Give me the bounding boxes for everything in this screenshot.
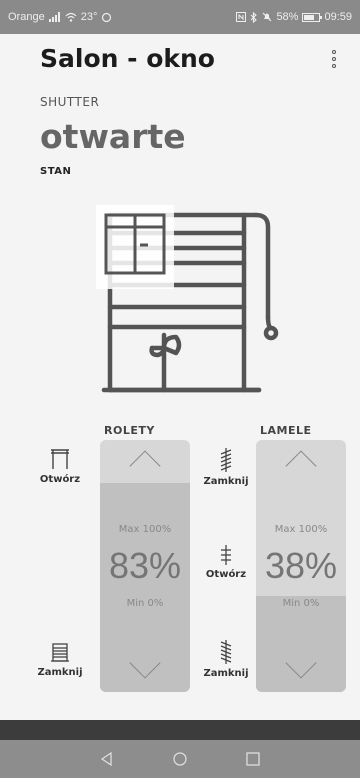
weather-icon	[102, 12, 112, 22]
slats-open-icon	[221, 545, 231, 565]
nav-home-icon[interactable]	[173, 752, 187, 766]
nav-recents-icon[interactable]	[246, 752, 260, 766]
rolety-up-arrow-icon[interactable]	[129, 450, 161, 482]
lamele-open-label: Otwórz	[205, 569, 247, 580]
status-right: 58% 09:59	[236, 11, 352, 23]
lamele-close-bottom-button[interactable]: Zamknij	[194, 640, 258, 679]
slats-closed-alt-icon	[220, 640, 232, 664]
nav-back-icon[interactable]	[100, 752, 114, 766]
system-nav-bar	[0, 740, 360, 778]
lamele-close-top-button[interactable]: Zamknij	[194, 448, 258, 487]
device-type: SHUTTER	[40, 95, 100, 109]
rolety-max-label: Max 100%	[118, 524, 172, 535]
lamele-max-label: Max 100%	[274, 524, 328, 535]
wifi-icon	[65, 12, 77, 22]
carrier-label: Orange	[8, 11, 45, 23]
lamele-min-label: Min 0%	[282, 598, 320, 609]
status-left: Orange 23°	[8, 11, 112, 23]
rolety-slider[interactable]: Max 100% 83% Min 0%	[100, 440, 190, 692]
clock: 09:59	[324, 11, 352, 23]
status-bar: Orange 23° 58% 09:59	[0, 0, 360, 34]
shutter-illustration	[96, 205, 279, 393]
state-value: otwarte	[40, 117, 186, 156]
lamele-close-bottom-label: Zamknij	[203, 668, 249, 679]
more-vertical-icon[interactable]	[330, 50, 338, 68]
rolety-percent: 83%	[108, 545, 182, 586]
lamele-up-arrow-icon[interactable]	[285, 450, 317, 482]
shutter-closed-icon	[51, 643, 69, 662]
lamele-header: LAMELE	[260, 424, 312, 437]
temperature-label: 23°	[80, 11, 98, 23]
signal-icon	[48, 12, 60, 22]
mute-icon	[263, 12, 272, 22]
page-title: Salon - okno	[40, 44, 215, 73]
bottom-app-bar	[0, 720, 360, 740]
battery-percent: 58%	[276, 11, 299, 23]
rolety-min-label: Min 0%	[126, 598, 164, 609]
lamele-close-top-label: Zamknij	[203, 476, 249, 487]
rolety-close-button[interactable]: Zamknij	[28, 643, 92, 678]
lamele-percent: 38%	[264, 545, 338, 586]
rolety-close-label: Zamknij	[37, 667, 83, 678]
state-label: STAN	[40, 166, 72, 177]
nfc-icon	[236, 12, 247, 22]
slats-closed-icon	[220, 448, 232, 472]
lamele-slider[interactable]: Max 100% 38% Min 0%	[256, 440, 346, 692]
rolety-open-button[interactable]: Otwórz	[28, 448, 92, 485]
rolety-header: ROLETY	[104, 424, 155, 437]
shutter-open-icon	[51, 449, 69, 469]
bluetooth-icon	[251, 11, 258, 23]
lamele-open-button[interactable]: Otwórz	[194, 545, 258, 580]
rolety-open-label: Otwórz	[39, 474, 81, 485]
battery-icon	[302, 12, 323, 22]
